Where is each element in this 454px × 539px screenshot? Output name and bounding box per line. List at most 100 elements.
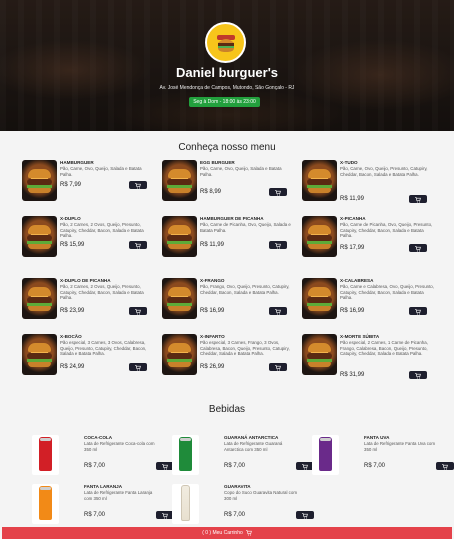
drink-name: FANTA UVA bbox=[364, 435, 390, 440]
menu-item-image bbox=[302, 334, 337, 375]
shopping-cart-icon bbox=[275, 302, 281, 320]
shopping-cart-icon bbox=[135, 176, 141, 194]
shopping-cart-icon bbox=[275, 236, 281, 254]
menu-item-name: X-DUPLO bbox=[60, 216, 81, 221]
menu-item-card[interactable]: X-PICANHA Pão, Carne de Picanha, Ovo, Que… bbox=[302, 216, 432, 266]
menu-item-card[interactable]: HAMBURGUER Pão, Carne, Ovo, Queijo, Salad… bbox=[22, 160, 152, 210]
restaurant-address: Av. José Mendonça de Campos, Mutondo, Sã… bbox=[159, 85, 295, 91]
drink-item-card[interactable]: Coca-cola Lata de Refrigerante Coca-cola … bbox=[28, 435, 174, 480]
menu-item-price: R$ 11,99 bbox=[340, 196, 364, 202]
drink-image bbox=[172, 484, 199, 524]
menu-item-card[interactable]: X-INFARTO Pão especial, 3 Carnes, Frango,… bbox=[162, 334, 292, 384]
menu-item-card[interactable]: X-BOCÃO Pão especial, 3 Carnes, 3 Ovos, C… bbox=[22, 334, 152, 384]
menu-item-card[interactable]: X-TUDO Pão, Carne, Ovo, Queijo, Presunto,… bbox=[302, 160, 432, 210]
drink-price: R$ 7,00 bbox=[84, 463, 106, 469]
drink-image bbox=[312, 435, 339, 475]
menu-item-image bbox=[162, 160, 197, 201]
drink-description: Lata de Refrigerante Guaraná Antarctica … bbox=[224, 441, 283, 452]
add-to-cart-button[interactable] bbox=[409, 307, 427, 315]
shopping-cart-icon bbox=[415, 190, 421, 208]
menu-item-price: R$ 11,99 bbox=[200, 242, 224, 248]
menu-item-price: R$ 16,99 bbox=[340, 308, 365, 314]
restaurant-logo bbox=[205, 22, 246, 63]
drink-name: GUARAVITA bbox=[224, 484, 251, 489]
menu-item-price: R$ 31,99 bbox=[340, 372, 365, 378]
menu-item-image bbox=[22, 334, 57, 375]
add-to-cart-button[interactable] bbox=[269, 241, 287, 249]
menu-item-card[interactable]: EGG BURGUER Pão, Carne, Ovo, Queijo, Sala… bbox=[162, 160, 292, 210]
shopping-cart-icon bbox=[245, 530, 252, 536]
drink-image bbox=[32, 435, 59, 475]
drink-name: Coca-cola bbox=[84, 435, 113, 440]
drink-price: R$ 7,00 bbox=[84, 512, 106, 518]
menu-item-name: X-TUDO bbox=[340, 160, 358, 165]
drink-price: R$ 7,00 bbox=[364, 463, 386, 469]
menu-item-name: HAMBURGUER DE PICANHA bbox=[200, 216, 264, 221]
menu-item-card[interactable]: X-CALABRESA Pão, Carne e Calabresa, Ovo, … bbox=[302, 278, 434, 328]
drink-description: Lata de Refrigerante Fanta Uva com 350 m… bbox=[364, 441, 436, 452]
menu-item-price: R$ 16,99 bbox=[200, 308, 225, 314]
menu-item-card[interactable]: HAMBURGUER DE PICANHA Pão, Carne de Pican… bbox=[162, 216, 292, 266]
menu-item-description: Pão, Frango, Ovo, Queijo, Presunto, Catu… bbox=[200, 284, 290, 295]
menu-item-description: Pão, 2 Carnes, 2 Ovos, Queijo, Presunto,… bbox=[60, 284, 144, 301]
drink-item-card[interactable]: FANTA UVA Lata de Refrigerante Fanta Uva … bbox=[308, 435, 454, 480]
menu-item-price: R$ 24,99 bbox=[60, 364, 85, 370]
menu-item-description: Pão especial, 3 Carnes, Frango, 3 Ovos, … bbox=[200, 340, 290, 357]
menu-item-name: X-CALABRESA bbox=[340, 278, 374, 283]
menu-item-image bbox=[162, 278, 197, 319]
add-to-cart-button[interactable] bbox=[129, 363, 147, 371]
menu-item-price: R$ 17,99 bbox=[340, 245, 365, 251]
shopping-cart-icon bbox=[302, 506, 308, 524]
menu-item-name: HAMBURGUER bbox=[60, 160, 94, 165]
drink-description: Copo do Suco Guaravita Natural com 300 m… bbox=[224, 490, 297, 501]
add-to-cart-button[interactable] bbox=[409, 195, 427, 203]
menu-item-description: Pão, Carne, Ovo, Queijo, Salada e Batata… bbox=[200, 166, 282, 177]
add-to-cart-button[interactable] bbox=[129, 241, 147, 249]
drink-item-card[interactable]: GUARAVITA Copo do Suco Guaravita Natural … bbox=[168, 484, 314, 529]
opening-hours-badge: Seg à Dom - 18:00 às 23:00 bbox=[189, 97, 260, 107]
my-cart-button[interactable]: ( 0 ) Meu Carrinho bbox=[2, 527, 452, 539]
add-to-cart-button[interactable] bbox=[409, 244, 427, 252]
drink-name: FANTA LARANJA bbox=[84, 484, 123, 489]
menu-item-description: Pão, Carne de Picanha, Ovo, Queijo, Pres… bbox=[340, 222, 433, 239]
menu-item-name: X-MORTE SÚBITA bbox=[340, 334, 380, 339]
add-to-cart-button[interactable] bbox=[269, 363, 287, 371]
menu-item-price: R$ 26,99 bbox=[200, 364, 225, 370]
menu-item-card[interactable]: X-FRANGO Pão, Frango, Ovo, Queijo, Presun… bbox=[162, 278, 292, 328]
drink-item-card[interactable]: FANTA LARANJA Lata de Refrigerante Fanta … bbox=[28, 484, 174, 529]
menu-item-image bbox=[302, 216, 337, 257]
menu-section-title: Conheça nosso menu bbox=[178, 142, 276, 153]
add-to-cart-button[interactable] bbox=[269, 188, 287, 196]
menu-item-description: Pão especial, 3 Carnes, 3 Ovos, Calabres… bbox=[60, 340, 147, 357]
add-to-cart-button[interactable] bbox=[436, 462, 454, 470]
drink-price: R$ 7,00 bbox=[224, 463, 246, 469]
menu-item-card[interactable]: X-DUPLO Pão, 2 Carnes, 2 Ovos, Queijo, Pr… bbox=[22, 216, 152, 266]
menu-item-name: X-BOCÃO bbox=[60, 334, 82, 339]
menu-item-image bbox=[22, 160, 57, 201]
add-to-cart-button[interactable] bbox=[409, 371, 427, 379]
menu-item-price: R$ 7,99 bbox=[60, 182, 82, 188]
menu-item-description: Pão, Carne, Ovo, Queijo, Presunto, Catup… bbox=[340, 166, 428, 177]
menu-item-card[interactable]: X-MORTE SÚBITA Pão especial, 2 Carnes, 1 … bbox=[302, 334, 432, 384]
drink-name: GUARANÁ ANTARCTICA bbox=[224, 435, 279, 440]
menu-item-description: Pão, Carne de Picanha, Ovo, Queijo, Sala… bbox=[200, 222, 291, 233]
shopping-cart-icon bbox=[275, 358, 281, 376]
shopping-cart-icon bbox=[275, 183, 281, 201]
menu-item-image bbox=[22, 216, 57, 257]
add-to-cart-button[interactable] bbox=[269, 307, 287, 315]
drink-description: Lata de Refrigerante Coca-cola com 350 m… bbox=[84, 441, 155, 452]
drink-item-card[interactable]: GUARANÁ ANTARCTICA Lata de Refrigerante G… bbox=[168, 435, 314, 480]
shopping-cart-icon bbox=[415, 302, 421, 320]
restaurant-name: Daniel burguer's bbox=[175, 65, 279, 80]
shopping-cart-icon bbox=[442, 457, 448, 475]
add-to-cart-button[interactable] bbox=[129, 181, 147, 189]
menu-item-image bbox=[302, 278, 337, 319]
drink-image bbox=[172, 435, 199, 475]
cart-bar-label: ( 0 ) Meu Carrinho bbox=[202, 530, 243, 536]
menu-item-name: X-FRANGO bbox=[200, 278, 225, 283]
menu-item-card[interactable]: X-DUPLO DE PICANHA Pão, 2 Carnes, 2 Ovos,… bbox=[22, 278, 152, 328]
add-to-cart-button[interactable] bbox=[296, 511, 314, 519]
shopping-cart-icon bbox=[135, 358, 141, 376]
menu-item-description: Pão especial, 2 Carnes, 1 Carne de Pican… bbox=[340, 340, 428, 357]
add-to-cart-button[interactable] bbox=[129, 307, 147, 315]
